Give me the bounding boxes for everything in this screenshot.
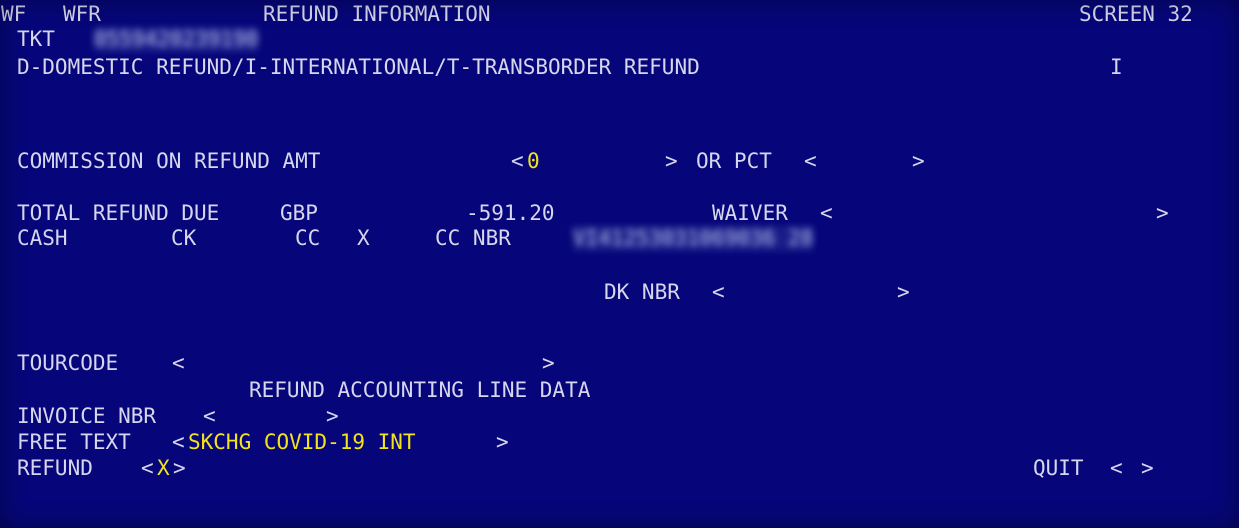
total-refund-amount: -591.20: [466, 201, 555, 225]
commission-amount-input[interactable]: 0: [527, 149, 540, 174]
commission-label: COMMISSION ON REFUND AMT: [17, 149, 321, 173]
transaction-code: WFR: [63, 2, 101, 26]
invoice-nbr-open-bracket: <: [203, 404, 216, 428]
ck-label: CK: [171, 226, 197, 250]
invoice-nbr-close-bracket: >: [326, 404, 339, 428]
total-refund-label: TOTAL REFUND DUE: [17, 201, 220, 225]
tourcode-close-bracket: >: [542, 351, 555, 375]
page-title: REFUND INFORMATION: [263, 2, 491, 26]
cc-label: CC: [295, 226, 321, 250]
free-text-label: FREE TEXT: [17, 430, 131, 454]
actions-row: REFUND < X > QUIT < >: [0, 456, 1154, 528]
refund-action-open-bracket: <: [141, 456, 154, 480]
refund-type-row: D-DOMESTIC REFUND/I-INTERNATIONAL/T-TRAN…: [0, 55, 1123, 155]
accounting-section-title: REFUND ACCOUNTING LINE DATA: [249, 378, 591, 402]
commission-pct-open-bracket: <: [804, 149, 817, 173]
cc-nbr-masked[interactable]: VI41253031069036 28: [573, 226, 814, 251]
tourcode-label: TOURCODE: [17, 351, 119, 375]
free-text-input[interactable]: SKCHG COVID-19 INT: [188, 430, 416, 455]
waiver-close-bracket: >: [1156, 201, 1169, 225]
refund-action-label: REFUND: [17, 456, 93, 480]
quit-close-bracket: >: [1141, 456, 1154, 480]
waiver-label: WAIVER: [712, 201, 788, 225]
dk-nbr-open-bracket: <: [712, 280, 725, 304]
commission-pct-close-bracket: >: [912, 149, 925, 173]
refund-type-selected[interactable]: I: [1110, 55, 1123, 80]
tourcode-open-bracket: <: [172, 351, 185, 375]
screen-number: SCREEN 32: [1079, 2, 1193, 26]
refund-action-input[interactable]: X: [157, 456, 170, 481]
cc-input[interactable]: X: [357, 226, 370, 251]
refund-type-legend: D-DOMESTIC REFUND/I-INTERNATIONAL/T-TRAN…: [17, 55, 700, 79]
total-refund-currency: GBP: [280, 201, 318, 225]
cc-nbr-label: CC NBR: [435, 226, 511, 250]
refund-action-close-bracket: >: [173, 456, 186, 480]
commission-amount-open-bracket: <: [511, 149, 524, 173]
system-code: WF: [1, 2, 27, 26]
dk-nbr-label: DK NBR: [604, 280, 680, 304]
dk-nbr-close-bracket: >: [897, 280, 910, 304]
free-text-open-bracket: <: [172, 430, 185, 454]
quit-label: QUIT: [1033, 456, 1084, 480]
free-text-close-bracket: >: [496, 430, 509, 454]
quit-open-bracket: <: [1110, 456, 1123, 480]
commission-or-label: OR PCT: [696, 149, 772, 173]
terminal-screen: WF WFR REFUND INFORMATION SCREEN 32 TKT …: [0, 0, 1239, 528]
waiver-open-bracket: <: [820, 201, 833, 225]
invoice-nbr-label: INVOICE NBR: [17, 404, 157, 428]
ticket-number-masked[interactable]: 0559420239190: [94, 27, 259, 52]
cash-label: CASH: [17, 226, 68, 250]
commission-amount-close-bracket: >: [665, 149, 678, 173]
ticket-label: TKT: [17, 27, 55, 51]
